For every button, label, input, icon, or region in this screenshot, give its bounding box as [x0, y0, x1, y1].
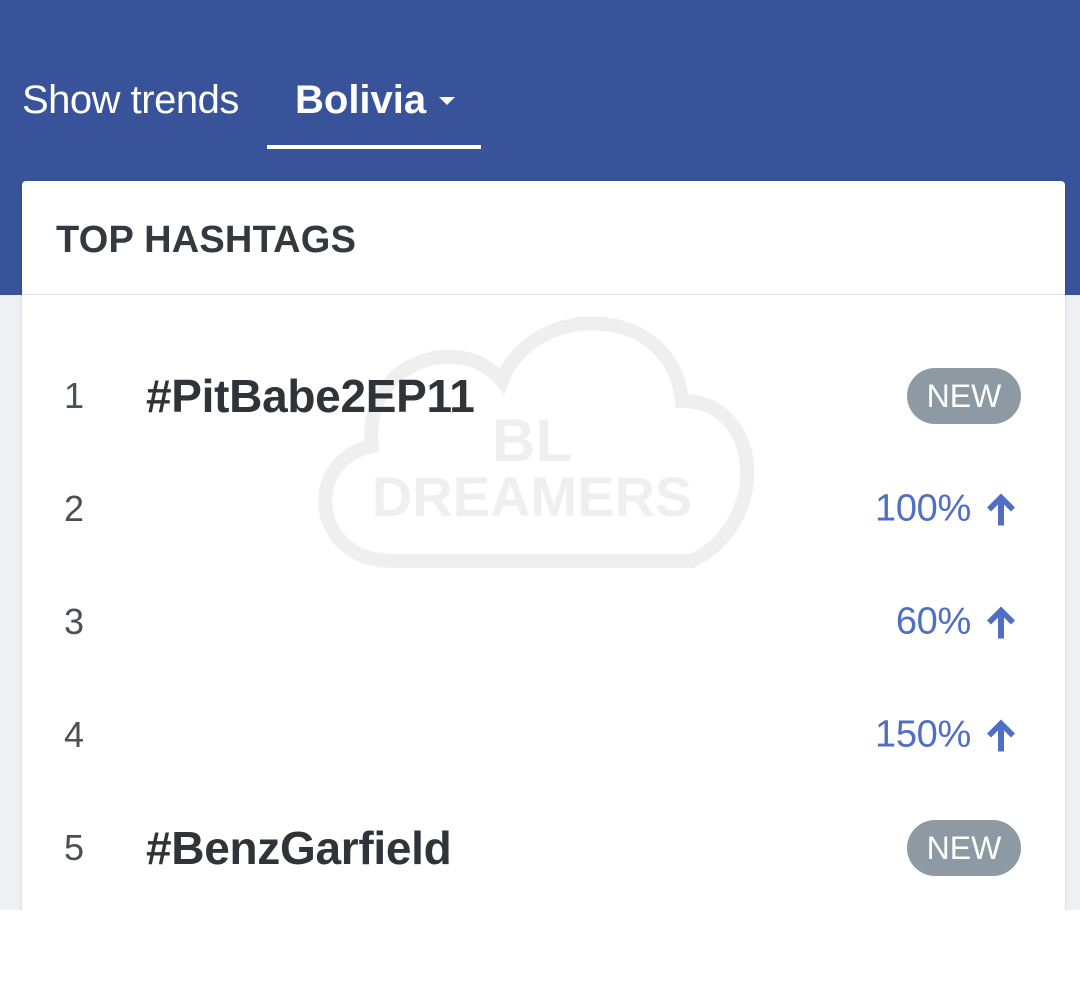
- arrow-up-icon: [987, 606, 1015, 638]
- country-dropdown[interactable]: Bolivia: [267, 68, 481, 150]
- change-percent: 60%: [895, 600, 971, 643]
- rank-number: 5: [64, 827, 85, 868]
- arrow-up-icon: [987, 719, 1015, 751]
- trend-change: 100%: [875, 488, 1021, 531]
- caret-down-icon: [439, 97, 455, 105]
- change-percent: 150%: [875, 713, 971, 756]
- hashtag-row-2[interactable]: 2 100%: [22, 464, 1065, 554]
- hashtag-row-1[interactable]: 1 #PitBabe2EP11 NEW: [22, 351, 1065, 441]
- watermark-cloud: BL DREAMERS: [318, 316, 755, 568]
- new-badge: NEW: [907, 820, 1021, 876]
- change-percent: 100%: [875, 487, 971, 530]
- card-divider: [22, 294, 1065, 295]
- trend-change: 60%: [896, 601, 1021, 644]
- hashtag-text[interactable]: #PitBabe2EP11: [146, 369, 475, 423]
- trends-screen: Show trends Bolivia BL DREAMERS TOP HASH…: [0, 0, 1080, 910]
- rank-number: 2: [64, 488, 85, 529]
- show-trends-label: Show trends: [22, 78, 239, 122]
- hashtag-row-4[interactable]: 4 150%: [22, 690, 1065, 780]
- new-badge: NEW: [907, 368, 1021, 424]
- card-title: TOP HASHTAGS: [56, 219, 357, 261]
- hashtag-row-5[interactable]: 5 #BenzGarfield NEW: [22, 803, 1065, 893]
- rank-number: 3: [64, 601, 85, 642]
- rank-number: 1: [64, 375, 85, 416]
- top-hashtags-card: BL DREAMERS TOP HASHTAGS 1 #PitBabe2EP11…: [22, 181, 1065, 910]
- country-selected-value: Bolivia: [295, 78, 427, 122]
- trend-change: 150%: [875, 714, 1021, 757]
- rank-number: 4: [64, 714, 85, 755]
- tab-underline: [267, 145, 481, 149]
- hashtag-row-3[interactable]: 3 60%: [22, 577, 1065, 667]
- hashtag-text[interactable]: #BenzGarfield: [146, 821, 452, 875]
- arrow-up-icon: [987, 493, 1015, 525]
